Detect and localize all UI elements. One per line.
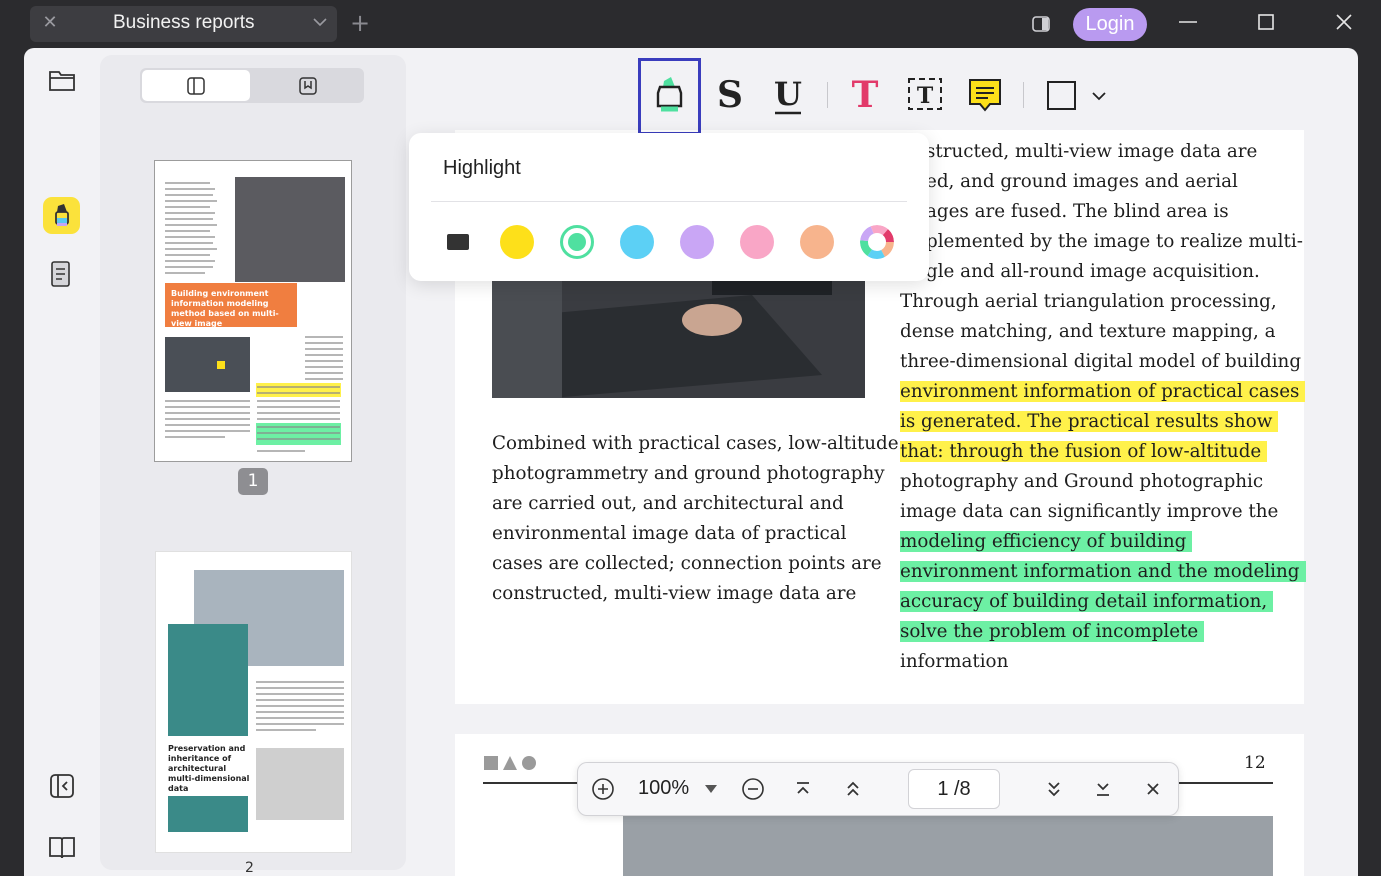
highlighted-text[interactable]: modeling efficiency of building <box>900 531 1193 552</box>
edit-document-icon[interactable] <box>45 258 77 290</box>
highlight-popup: Highlight <box>409 133 929 281</box>
toolbar-separator <box>1023 82 1024 108</box>
text-line: photogrammetry and ground photography <box>492 463 885 484</box>
thumb2-shapes <box>168 570 344 832</box>
color-swatch-green[interactable] <box>560 225 594 259</box>
next-page-icon[interactable] <box>1041 776 1067 802</box>
underline-icon[interactable]: U <box>765 70 811 120</box>
page2-photo <box>623 816 1273 876</box>
page-number-badge-1: 1 <box>238 468 268 495</box>
zoom-in-icon[interactable] <box>590 776 616 802</box>
svg-text:S: S <box>717 74 743 116</box>
text-line: ages are fused. The blind area is <box>926 201 1229 222</box>
bookmark-icon <box>299 77 317 95</box>
first-page-icon[interactable] <box>790 776 816 802</box>
text-line: Through aerial triangulation processing, <box>900 291 1277 312</box>
thumbnail-view-switch <box>140 68 364 103</box>
color-swatch-blue[interactable] <box>620 225 654 259</box>
text-line: gle and all-round image acquisition. <box>926 261 1260 282</box>
highlighted-text[interactable]: that: through the fusion of low-altitude <box>900 441 1268 462</box>
text-line: constructed, multi-view image data are <box>492 583 857 604</box>
strikethrough-icon[interactable]: S <box>707 70 753 120</box>
highlighted-text[interactable]: environment information and the modeling <box>900 561 1306 582</box>
highlighted-text[interactable]: accuracy of building detail information, <box>900 591 1274 612</box>
text-line: information <box>900 651 1009 672</box>
tab-thumbnails[interactable] <box>142 70 250 101</box>
color-swatch-black[interactable] <box>447 234 469 250</box>
highlighter-icon <box>55 204 69 226</box>
text-color-icon[interactable]: T <box>842 70 888 120</box>
highlighter-icon <box>656 77 683 112</box>
thumbnails-icon <box>187 77 205 95</box>
chevron-down-icon[interactable] <box>312 14 328 30</box>
tab-bookmarks[interactable] <box>252 70 362 101</box>
color-swatch-pink[interactable] <box>740 225 774 259</box>
text-line: dense matching, and texture mapping, a <box>900 321 1276 342</box>
thumb1-heading: Building environment information modelin… <box>165 283 297 328</box>
popup-divider <box>431 201 907 202</box>
chevron-down-icon[interactable] <box>1090 88 1108 104</box>
rectangle-shape-icon[interactable] <box>1039 70 1085 120</box>
selected-color-dot <box>568 233 586 251</box>
color-swatch-orange[interactable] <box>800 225 834 259</box>
tab-title: Business reports <box>113 12 255 33</box>
color-swatch-purple[interactable] <box>680 225 714 259</box>
highlighted-text[interactable]: solve the problem of incomplete <box>900 621 1205 642</box>
page-thumbnail-1[interactable]: Building environment information modelin… <box>154 160 352 462</box>
highlighted-text[interactable]: environment information of practical cas… <box>900 381 1306 402</box>
text-line: three-dimensional digital model of build… <box>900 351 1302 372</box>
sticky-note-icon[interactable] <box>962 70 1008 120</box>
page-shapes-icon <box>484 756 536 770</box>
svg-text:T: T <box>917 83 934 109</box>
zoom-level[interactable]: 100% <box>638 777 689 800</box>
text-line: environmental image data of practical <box>492 523 847 544</box>
color-wheel-icon[interactable] <box>860 225 894 259</box>
collapse-panel-icon[interactable] <box>46 770 78 802</box>
page-number: 12 <box>1244 753 1266 773</box>
tab-close-icon[interactable]: ✕ <box>38 11 62 35</box>
panel-toggle-icon[interactable] <box>1031 14 1051 34</box>
right-column-text: structed, multi-view image data are ed, … <box>900 137 1306 677</box>
zoom-out-icon[interactable] <box>740 776 766 802</box>
reader-mode-icon[interactable] <box>46 831 78 863</box>
page-number-label-2: 2 <box>245 860 254 876</box>
text-line: image data can significantly improve the <box>900 501 1279 522</box>
color-swatch-yellow[interactable] <box>500 225 534 259</box>
page-navigation-bar: 100% 1 /8 <box>577 762 1179 816</box>
thumb2-heading: Preservation and inheritance of architec… <box>168 744 250 793</box>
previous-page-icon[interactable] <box>840 776 866 802</box>
page-number-input[interactable]: 1 /8 <box>908 769 1000 809</box>
window-close-icon[interactable] <box>1329 8 1359 38</box>
popup-title: Highlight <box>443 157 521 179</box>
highlighted-text[interactable]: is generated. The practical results show <box>900 411 1279 432</box>
zoom-dropdown-icon[interactable] <box>704 783 718 795</box>
text-line: ed, and ground images and aerial <box>926 171 1238 192</box>
text-box-icon[interactable]: T <box>902 70 948 120</box>
svg-text:U: U <box>774 75 802 113</box>
text-line: plemented by the image to realize multi- <box>926 231 1303 252</box>
page-thumbnail-2[interactable]: Preservation and inheritance of architec… <box>155 551 352 853</box>
folder-icon[interactable] <box>46 64 78 96</box>
left-column-text: Combined with practical cases, low-altit… <box>492 429 899 609</box>
maximize-icon[interactable] <box>1251 8 1281 38</box>
login-button[interactable]: Login <box>1073 8 1147 41</box>
document-tab[interactable]: ✕ Business reports <box>30 6 337 42</box>
text-line: photography and Ground photographic <box>900 471 1264 492</box>
text-line: are carried out, and architectural and <box>492 493 844 514</box>
svg-text:T: T <box>852 74 879 116</box>
text-line: structed, multi-view image data are <box>926 141 1258 162</box>
minimize-icon[interactable] <box>1173 8 1203 38</box>
text-line: cases are collected; connection points a… <box>492 553 882 574</box>
toolbar-separator <box>827 82 828 108</box>
highlight-tool-button[interactable] <box>638 58 701 135</box>
close-navbar-icon[interactable] <box>1140 776 1166 802</box>
comment-mode-button[interactable] <box>43 197 80 234</box>
last-page-icon[interactable] <box>1090 776 1116 802</box>
text-line: Combined with practical cases, low-altit… <box>492 433 899 454</box>
new-tab-icon[interactable]: + <box>350 10 370 36</box>
